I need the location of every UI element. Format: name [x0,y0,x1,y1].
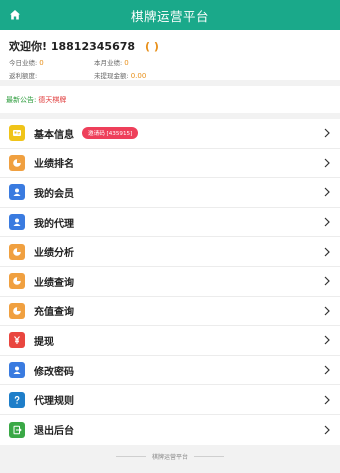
unwithdrawn-value: 0.00 [130,72,147,80]
menu-item-label: 业绩排名 [34,159,74,171]
menu-item-change-password[interactable]: 修改密码 [0,356,340,386]
menu-item-ranking[interactable]: 业绩排名 [0,149,340,179]
menu-item-recharge-query[interactable]: 充值查询 [0,297,340,327]
chevron-right-icon [324,128,330,138]
welcome-paren: ( ) [145,40,159,53]
unwithdrawn-amount: 未提现金额: 0.00 [94,70,330,80]
chevron-right-icon [324,188,330,197]
menu-item-label: 充值查询 [34,307,74,319]
password-icon [9,362,25,379]
footer-divider-right [194,455,224,457]
menu-item-label: 我的会员 [34,188,74,200]
notice-text: 德天棋牌 [38,95,67,104]
notice-bar[interactable]: 最新公告: 德天棋牌 [0,86,340,113]
info-card-icon [9,125,25,142]
chevron-right-icon [324,217,330,227]
menu-item-logout[interactable]: 退出后台 [0,415,340,445]
chevron-right-icon [324,365,330,375]
withdraw-icon [9,332,25,349]
today-value: 0 [39,59,44,67]
menu-item-withdraw[interactable]: 提现 [0,326,340,356]
performance-query-icon [9,273,25,290]
analysis-icon [9,243,25,260]
menu-item-analysis[interactable]: 业绩分析 [0,237,340,267]
menu-item-label: 我的代理 [34,218,74,230]
agent-icon [9,214,25,231]
menu-item-performance-query[interactable]: 业绩查询 [0,267,340,297]
menu-item-my-members[interactable]: 我的会员 [0,178,340,208]
recharge-query-icon [9,302,25,319]
month-label: 本月业绩: [94,59,123,67]
page-title: 棋牌运营平台 [130,8,209,24]
chevron-right-icon [324,276,330,286]
ranking-icon [9,154,25,171]
chevron-right-icon [324,425,330,435]
chevron-right-icon [324,336,330,345]
menu-item-agent-rules[interactable]: 代理规则 [0,385,340,415]
footer: 棋牌运营平台 [0,450,340,462]
month-value: 0 [124,59,129,67]
member-icon [9,184,25,201]
invite-code-badge: 邀请码 [435915] [82,127,139,140]
home-icon[interactable] [8,8,22,22]
rebate-label: 返利额度: [9,72,38,80]
today-performance: 今日业绩: 0 [9,57,94,67]
menu-item-basic-info[interactable]: 基本信息 邀请码 [435915] [0,119,340,149]
chevron-right-icon [324,395,330,405]
menu-item-label: 代理规则 [34,396,74,408]
chevron-right-icon [324,247,330,257]
header-bar: 棋牌运营平台 [0,0,340,30]
today-label: 今日业绩: [9,59,38,67]
stats-grid: 今日业绩: 0 本月业绩: 0 返利额度: 未提现金额: 0.00 [9,57,330,80]
menu-item-label: 业绩分析 [34,248,74,260]
menu-item-label: 基本信息 [34,129,74,141]
logout-icon [9,421,25,438]
month-performance: 本月业绩: 0 [94,57,330,67]
welcome-text: 欢迎你! 18812345678 [9,40,136,53]
notice-label: 最新公告: [6,95,37,104]
unwithdrawn-label: 未提现金额: [94,72,129,80]
chevron-right-icon [324,306,330,316]
menu-list: 基本信息 邀请码 [435915] 业绩排名 我的会员 我的代理 业绩分析 业绩… [0,119,340,445]
menu-item-label: 提现 [34,336,54,348]
profile-panel: 欢迎你! 18812345678 ( ) 今日业绩: 0 本月业绩: 0 返利额度:… [0,30,340,80]
menu-item-label: 退出后台 [34,426,74,438]
menu-item-label: 业绩查询 [34,277,74,289]
chevron-right-icon [324,158,330,168]
footer-divider-left [115,455,146,457]
help-icon [9,391,25,408]
footer-text: 棋牌运营平台 [151,453,188,461]
welcome-line: 欢迎你! 18812345678 ( ) [9,38,330,54]
menu-item-label: 修改密码 [34,366,74,378]
menu-item-my-agents[interactable]: 我的代理 [0,208,340,238]
rebate-quota: 返利额度: [9,70,94,80]
